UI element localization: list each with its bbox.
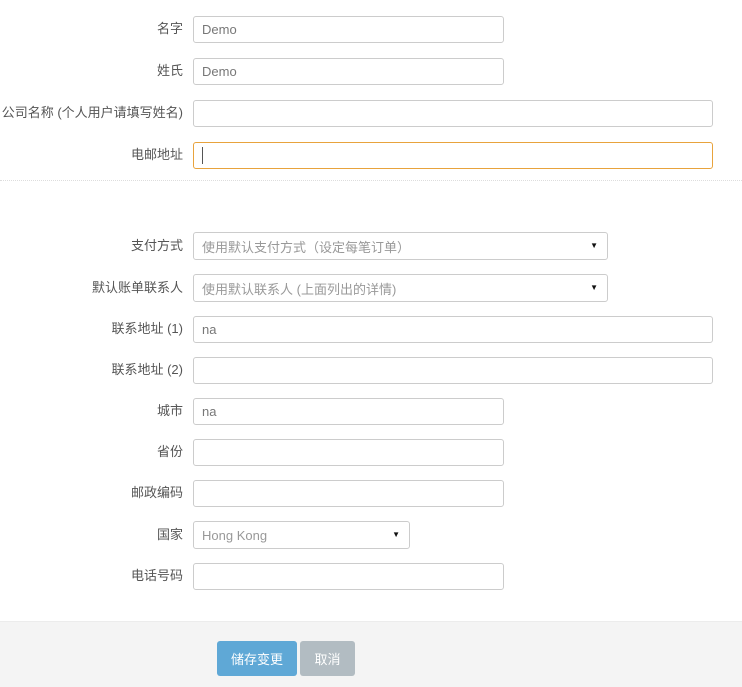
form-row-company: 公司名称 (个人用户请填写姓名) xyxy=(0,100,742,127)
section-divider xyxy=(0,180,742,181)
billing-address-section: 支付方式 使用默认支付方式（设定每笔订单） ▼ 默认账单联系人 使用默认联系人 … xyxy=(0,232,742,590)
first-name-label: 名字 xyxy=(156,21,183,37)
phone-label: 电话号码 xyxy=(130,568,183,584)
form-row-city: 城市 xyxy=(0,398,742,425)
form-row-billing-contact: 默认账单联系人 使用默认联系人 (上面列出的详情) ▼ xyxy=(0,274,742,302)
form-row-phone: 电话号码 xyxy=(0,563,742,590)
form-row-country: 国家 Hong Kong ▼ xyxy=(0,521,742,549)
billing-contact-selected-value: 使用默认联系人 (上面列出的详情) xyxy=(202,281,397,297)
postcode-input[interactable] xyxy=(193,480,504,507)
form-footer: 储存变更 取消 xyxy=(0,621,742,687)
city-input[interactable] xyxy=(193,398,504,425)
personal-details-section: 名字 姓氏 公司名称 (个人用户请填写姓名) 电邮地址 xyxy=(0,16,742,169)
last-name-label: 姓氏 xyxy=(156,63,183,79)
address2-label: 联系地址 (2) xyxy=(111,362,183,378)
last-name-input[interactable] xyxy=(193,58,504,85)
form-row-postcode: 邮政编码 xyxy=(0,480,742,507)
country-select[interactable]: Hong Kong ▼ xyxy=(193,521,410,549)
form-row-last-name: 姓氏 xyxy=(0,58,742,85)
country-label: 国家 xyxy=(156,526,183,542)
form-row-address1: 联系地址 (1) xyxy=(0,316,742,343)
billing-details-form-page: 名字 姓氏 公司名称 (个人用户请填写姓名) 电邮地址 xyxy=(0,0,742,687)
address2-input[interactable] xyxy=(193,357,713,384)
form-row-state: 省份 xyxy=(0,439,742,466)
form-row-payment-method: 支付方式 使用默认支付方式（设定每笔订单） ▼ xyxy=(0,232,742,260)
company-input[interactable] xyxy=(193,100,713,127)
payment-method-select[interactable]: 使用默认支付方式（设定每笔订单） ▼ xyxy=(193,232,608,260)
email-label: 电邮地址 xyxy=(130,147,183,163)
email-input[interactable] xyxy=(193,142,713,169)
billing-contact-label: 默认账单联系人 xyxy=(91,279,183,295)
phone-input[interactable] xyxy=(193,563,504,590)
company-label: 公司名称 (个人用户请填写姓名) xyxy=(1,105,183,121)
payment-method-selected-value: 使用默认支付方式（设定每笔订单） xyxy=(202,239,411,255)
city-label: 城市 xyxy=(156,403,183,419)
text-cursor xyxy=(202,147,203,164)
form-content: 名字 姓氏 公司名称 (个人用户请填写姓名) 电邮地址 xyxy=(0,0,742,621)
first-name-input[interactable] xyxy=(193,16,504,43)
country-selected-value: Hong Kong xyxy=(202,527,268,543)
form-row-first-name: 名字 xyxy=(0,16,742,43)
cancel-button[interactable]: 取消 xyxy=(300,641,356,676)
payment-method-label: 支付方式 xyxy=(130,237,183,253)
dropdown-arrow-icon: ▼ xyxy=(392,530,400,539)
form-row-address2: 联系地址 (2) xyxy=(0,357,742,384)
postcode-label: 邮政编码 xyxy=(130,485,183,501)
billing-contact-select[interactable]: 使用默认联系人 (上面列出的详情) ▼ xyxy=(193,274,608,302)
form-row-email: 电邮地址 xyxy=(0,142,742,169)
address1-input[interactable] xyxy=(193,316,713,343)
save-changes-button[interactable]: 储存变更 xyxy=(217,641,298,676)
dropdown-arrow-icon: ▼ xyxy=(590,241,598,250)
address1-label: 联系地址 (1) xyxy=(111,321,183,337)
state-input[interactable] xyxy=(193,439,504,466)
dropdown-arrow-icon: ▼ xyxy=(590,283,598,292)
state-label: 省份 xyxy=(156,444,183,460)
